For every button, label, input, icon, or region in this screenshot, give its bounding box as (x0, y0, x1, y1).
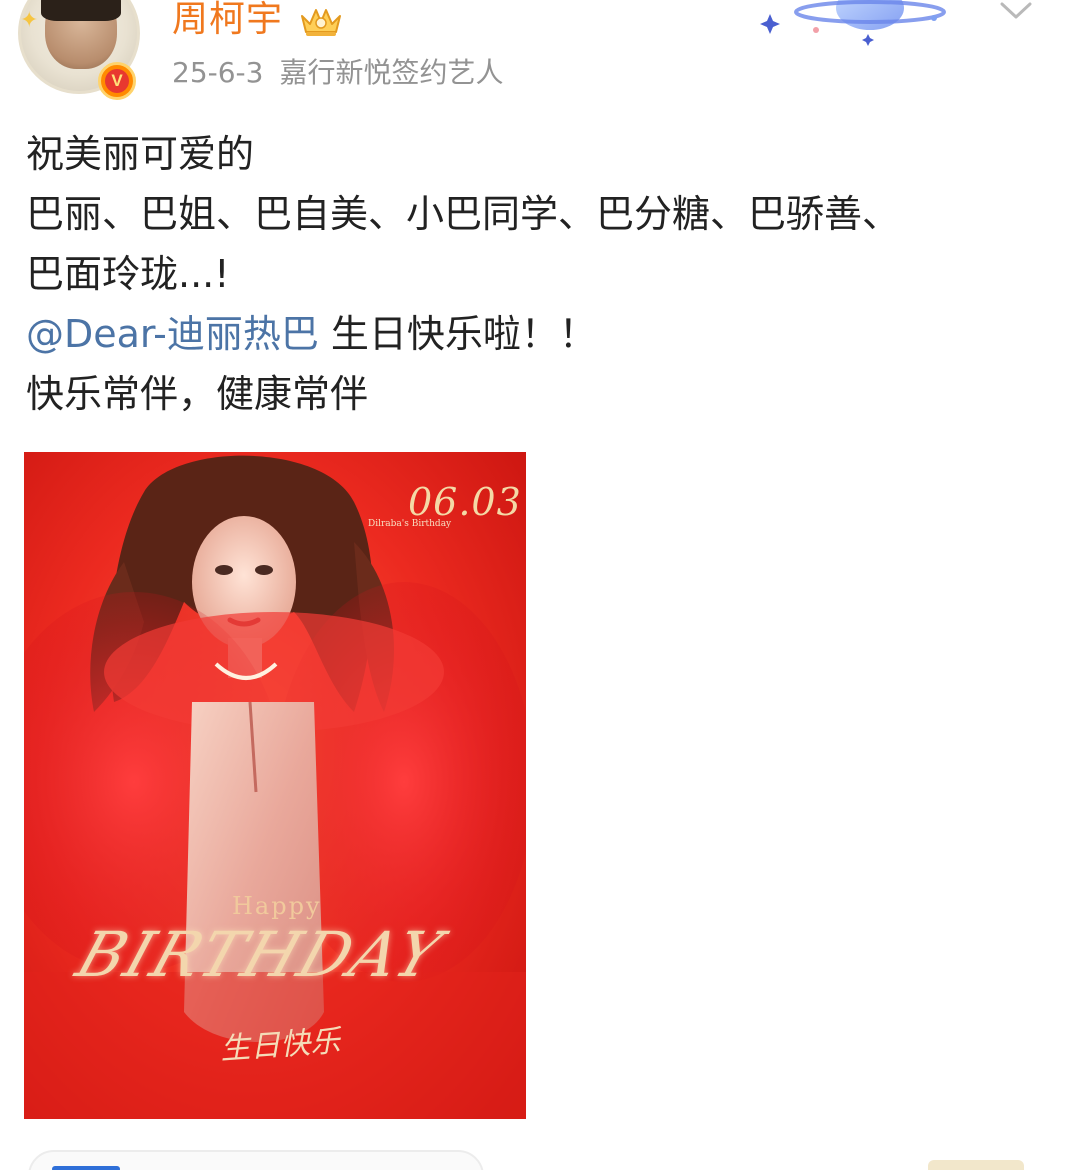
verified-badge: V (98, 62, 136, 100)
star-icon: ✦ (20, 8, 39, 33)
mention-link[interactable]: @Dear-迪丽热巴 (26, 312, 319, 356)
post-content: 祝美丽可爱的 巴丽、巴姐、巴自美、小巴同学、巴分糖、巴骄善、 巴面玲珑...! … (26, 124, 1026, 424)
post-text-line: 巴丽、巴姐、巴自美、小巴同学、巴分糖、巴骄善、 (26, 192, 901, 236)
poster-happy-text: Happy (232, 892, 322, 920)
poster-date: 06.03 (408, 480, 522, 524)
planet-decoration-icon (760, 0, 946, 46)
post-options-button[interactable] (996, 0, 1036, 28)
post-image[interactable]: 06.03 Dilraba's Birthday Happy BIRTHDAY … (24, 452, 526, 1119)
user-description: 嘉行新悦签约艺人 (279, 56, 504, 89)
mention-suffix: 生日快乐啦！！ (318, 312, 597, 356)
post-date: 25-6-3 (172, 56, 264, 89)
weibo-post: ✦ V 周柯宇 25-6-3 嘉行新悦签约艺人 祝美丽可爱的 巴丽、巴姐、巴自美… (0, 0, 1068, 1170)
post-text-line: 快乐常伴，健康常伴 (26, 372, 369, 416)
post-text-line: 巴面玲珑...! (26, 252, 230, 296)
post-text-line: 祝美丽可爱的 (26, 132, 255, 176)
post-text-line-mention: @Dear-迪丽热巴 生日快乐啦！！ (26, 304, 1026, 364)
poster-script-text: 生日快乐 (219, 1023, 342, 1068)
card-accent-bar (52, 1166, 120, 1170)
post-meta: 25-6-3 嘉行新悦签约艺人 (172, 56, 503, 90)
birthday-poster-art (24, 452, 526, 1119)
bottom-action-icon[interactable] (928, 1160, 1024, 1170)
avatar-hair (41, 0, 121, 21)
crown-icon (301, 9, 341, 36)
verified-v-icon: V (105, 69, 129, 93)
poster-birthday-text: BIRTHDAY (68, 918, 452, 991)
bottom-card[interactable] (28, 1150, 484, 1170)
poster-caption: Dilraba's Birthday (368, 519, 452, 529)
username[interactable]: 周柯宇 (172, 0, 283, 40)
chevron-down-icon (1000, 2, 1032, 19)
